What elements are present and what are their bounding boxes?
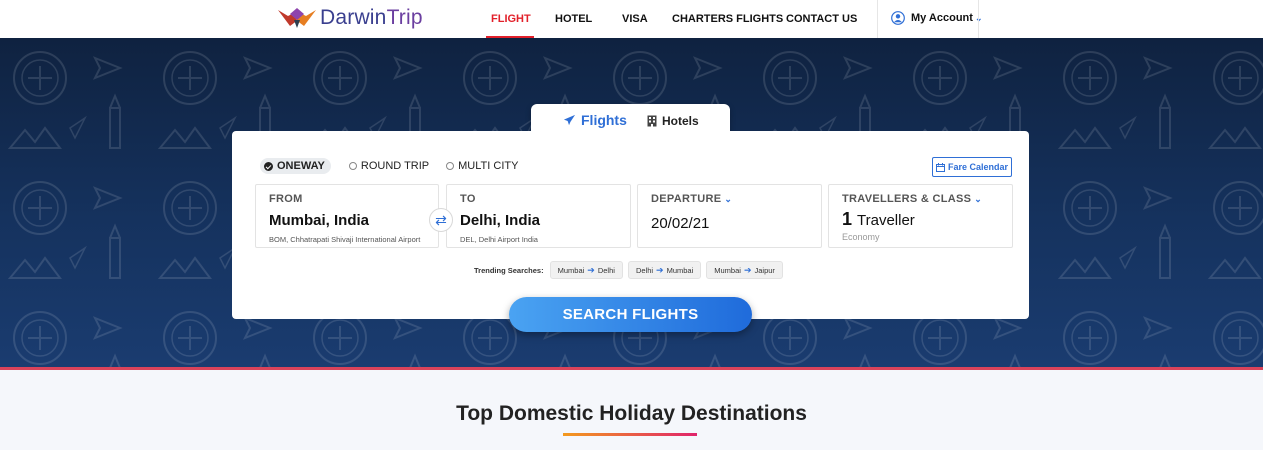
chevron-down-icon: ⌄ (974, 193, 983, 204)
search-flights-button[interactable]: SEARCH FLIGHTS (509, 297, 752, 332)
departure-date: 20/02/21 (651, 215, 710, 232)
radio-unchecked-icon (348, 162, 357, 170)
departure-field[interactable]: DEPARTURE ⌄ 20/02/21 (637, 184, 822, 248)
trending-searches: Trending Searches: Mumbai ➔ Delhi Delhi … (474, 261, 788, 279)
tab-flights-label: Flights (581, 112, 627, 128)
travellers-class-field[interactable]: TRAVELLERS & CLASS ⌄ 1 Traveller Economy (828, 184, 1013, 248)
from-field[interactable]: FROM Mumbai, India BOM, Chhatrapati Shiv… (255, 184, 439, 248)
trending-chip[interactable]: Delhi ➔ Mumbai (627, 261, 702, 279)
radio-unchecked-icon (446, 162, 455, 170)
brand-name-part2: Trip (386, 6, 423, 29)
my-account-label: My Account (911, 12, 973, 24)
nav-charters-flights[interactable]: CHARTERS FLIGHTS (672, 13, 783, 25)
fare-calendar-button[interactable]: Fare Calendar (932, 157, 1012, 177)
to-airport: DEL, Delhi Airport India (460, 235, 538, 244)
chip-to: Mumbai (666, 265, 694, 275)
brand-logo[interactable]: DarwinTrip (276, 6, 423, 30)
fare-calendar-label: Fare Calendar (947, 162, 1009, 172)
trip-type-round-trip[interactable]: ROUND TRIP (348, 160, 430, 172)
trip-type-oneway[interactable]: ONEWAY (260, 158, 331, 174)
trip-type-multi-city[interactable]: MULTI CITY (446, 160, 518, 172)
flight-search-card: ONEWAY ROUND TRIP MULTI CITY Fare Calend… (232, 131, 1029, 319)
trending-chip[interactable]: Mumbai ➔ Delhi (549, 261, 623, 279)
divider (877, 0, 878, 38)
from-city: Mumbai, India (269, 212, 370, 229)
section-title: Top Domestic Holiday Destinations (456, 402, 807, 425)
nav-hotel[interactable]: HOTEL (555, 13, 592, 25)
radio-checked-icon (264, 161, 273, 171)
nav-flight[interactable]: FLIGHT (491, 13, 531, 25)
to-city: Delhi, India (460, 212, 541, 229)
swap-icon: ⇄ (435, 211, 447, 228)
trip-type-oneway-label: ONEWAY (277, 160, 325, 172)
departure-label: DEPARTURE (651, 193, 722, 205)
calendar-icon (935, 162, 945, 172)
to-field[interactable]: TO Delhi, India DEL, Delhi Airport India (446, 184, 631, 248)
trip-type-multi-city-label: MULTI CITY (458, 160, 519, 172)
arrow-right-icon: ➔ (743, 264, 752, 275)
to-label: TO (460, 193, 476, 205)
nav-contact-us[interactable]: CONTACT US (786, 13, 857, 25)
from-label: FROM (269, 193, 303, 205)
chip-from: Mumbai (714, 265, 741, 275)
arrow-right-icon: ➔ (587, 264, 595, 275)
travellers-label: TRAVELLERS & CLASS (842, 193, 972, 205)
chevron-down-icon: ⌄ (724, 193, 733, 204)
chip-from: Delhi (635, 265, 654, 275)
nav-visa[interactable]: VISA (622, 13, 648, 25)
traveller-count: 1 (842, 209, 853, 229)
chip-to: Jaipur (754, 265, 775, 275)
my-account-menu[interactable]: My Account ⌄ (891, 11, 982, 25)
swap-cities-button[interactable]: ⇄ (429, 208, 453, 232)
tab-hotels-label: Hotels (662, 114, 699, 128)
brand-name-part1: Darwin (320, 6, 387, 29)
trending-chip[interactable]: Mumbai ➔ Jaipur (706, 261, 783, 279)
logo-bird-icon (278, 8, 316, 28)
trip-type-selector: ONEWAY ROUND TRIP MULTI CITY (260, 158, 535, 174)
top-header: DarwinTrip FLIGHT HOTEL VISA CHARTERS FL… (0, 0, 1263, 38)
hero-bottom-border (0, 367, 1263, 370)
divider (978, 0, 979, 38)
traveller-unit: Traveller (857, 212, 915, 229)
trending-label: Trending Searches: (474, 265, 544, 275)
user-icon (891, 11, 905, 25)
from-airport: BOM, Chhatrapati Shivaji International A… (269, 235, 421, 244)
chip-from: Mumbai (557, 265, 585, 275)
travel-class: Economy (842, 232, 880, 242)
chip-to: Delhi (597, 265, 615, 275)
building-icon (647, 115, 657, 127)
trip-type-round-trip-label: ROUND TRIP (360, 160, 430, 172)
airplane-icon (563, 114, 576, 125)
arrow-right-icon: ➔ (656, 264, 664, 275)
title-underline (563, 433, 697, 436)
